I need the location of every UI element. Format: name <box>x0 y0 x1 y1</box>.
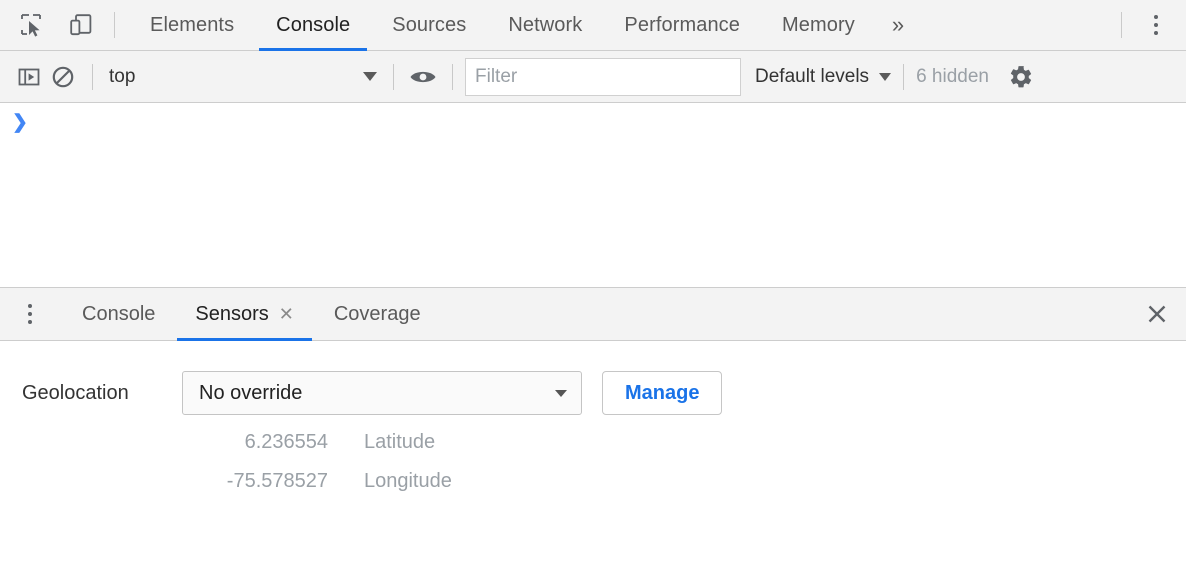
tab-network[interactable]: Network <box>487 0 603 50</box>
longitude-row: -75.578527 Longitude <box>0 470 1186 493</box>
geolocation-select[interactable]: No override <box>182 371 582 415</box>
manage-button[interactable]: Manage <box>602 371 722 415</box>
geolocation-label: Geolocation <box>22 382 182 405</box>
panel-tab-list: Elements Console Sources Network Perform… <box>129 0 1121 50</box>
gear-icon[interactable] <box>1003 59 1039 95</box>
latitude-row: 6.236554 Latitude <box>0 431 1186 454</box>
drawer-tab-coverage-label: Coverage <box>334 303 421 326</box>
filter-placeholder: Filter <box>475 66 517 88</box>
tab-console-label: Console <box>276 14 350 37</box>
console-prompt[interactable]: ❯ <box>0 103 1186 141</box>
inspect-element-icon[interactable] <box>14 8 48 42</box>
filter-input[interactable]: Filter <box>465 58 741 96</box>
toolbar-divider <box>114 12 115 38</box>
log-levels-select[interactable]: Default levels <box>755 66 891 88</box>
geolocation-row: Geolocation No override Manage <box>0 371 1186 415</box>
drawer-tab-console[interactable]: Console <box>62 288 175 340</box>
create-live-expression-icon[interactable] <box>406 60 440 94</box>
drawer-tab-sensors-label: Sensors <box>195 303 268 326</box>
execution-context-select[interactable]: top <box>105 66 381 88</box>
tab-elements-label: Elements <box>150 14 234 37</box>
tab-console[interactable]: Console <box>255 0 371 50</box>
drawer-tab-sensors[interactable]: Sensors ✕ <box>175 288 313 340</box>
latitude-label: Latitude <box>342 431 435 454</box>
longitude-label: Longitude <box>342 470 452 493</box>
sensors-panel: Geolocation No override Manage 6.236554 … <box>0 341 1186 586</box>
tab-performance[interactable]: Performance <box>603 0 761 50</box>
more-tabs-icon: » <box>892 12 904 38</box>
main-toolbar-right <box>1121 0 1186 50</box>
console-message-area: ❯ <box>0 103 1186 287</box>
latitude-input[interactable]: 6.236554 <box>182 431 342 454</box>
devtools-window: Elements Console Sources Network Perform… <box>0 0 1186 586</box>
tab-memory[interactable]: Memory <box>761 0 876 50</box>
tab-memory-label: Memory <box>782 14 855 37</box>
drawer: Console Sensors ✕ Coverage Geol <box>0 287 1186 586</box>
console-toolbar-divider-3 <box>452 64 453 90</box>
drawer-tab-console-label: Console <box>82 303 155 326</box>
close-icon[interactable]: ✕ <box>279 305 294 323</box>
drawer-tab-list: Console Sensors ✕ Coverage <box>62 288 1128 340</box>
console-toolbar-divider-4 <box>903 64 904 90</box>
tab-sources[interactable]: Sources <box>371 0 487 50</box>
more-vertical-icon[interactable] <box>1136 5 1176 45</box>
prompt-chevron-icon: ❯ <box>12 113 28 132</box>
console-toolbar-divider-2 <box>393 64 394 90</box>
chevron-down-icon <box>555 390 567 397</box>
tab-network-label: Network <box>508 14 582 37</box>
console-toolbar-divider-1 <box>92 64 93 90</box>
inspect-toolbar <box>0 0 98 50</box>
longitude-input[interactable]: -75.578527 <box>182 470 342 493</box>
chevron-down-icon <box>363 72 377 81</box>
console-sidebar-icon[interactable] <box>12 60 46 94</box>
drawer-tabbar: Console Sensors ✕ Coverage <box>0 288 1186 341</box>
geolocation-select-value: No override <box>199 382 302 405</box>
toolbar-divider-right <box>1121 12 1122 38</box>
device-toolbar-icon[interactable] <box>64 8 98 42</box>
tab-sources-label: Sources <box>392 14 466 37</box>
more-vertical-icon[interactable] <box>12 288 48 340</box>
execution-context-value: top <box>109 66 135 88</box>
drawer-tab-coverage[interactable]: Coverage <box>314 288 441 340</box>
log-levels-label: Default levels <box>755 66 869 88</box>
close-drawer-icon[interactable] <box>1128 288 1186 340</box>
tab-elements[interactable]: Elements <box>129 0 255 50</box>
hidden-messages-count: 6 hidden <box>916 66 989 88</box>
more-tabs-button[interactable]: » <box>876 0 920 50</box>
chevron-down-icon <box>879 73 891 81</box>
main-panel-tabbar: Elements Console Sources Network Perform… <box>0 0 1186 51</box>
tab-performance-label: Performance <box>624 14 740 37</box>
clear-console-icon[interactable] <box>46 60 80 94</box>
console-filter-toolbar: top Filter Default levels 6 hidden <box>0 51 1186 103</box>
